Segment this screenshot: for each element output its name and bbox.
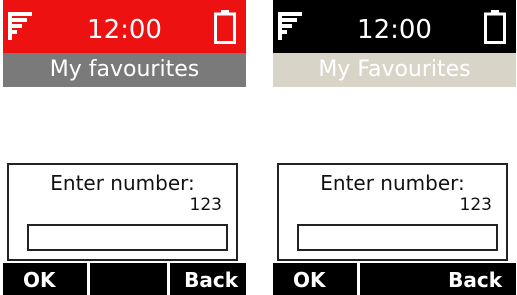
softkey-bar: OK Back (3, 263, 246, 295)
enter-number-dialog: Enter number: 123 (277, 163, 508, 261)
phone-screen-black: 12:00 My Favourites Enter number: 123 OK… (273, 0, 516, 295)
entered-number: 123 (189, 195, 222, 215)
ok-softkey[interactable]: OK (273, 263, 357, 295)
battery-icon (484, 10, 506, 44)
entered-number: 123 (459, 195, 492, 215)
enter-number-dialog: Enter number: 123 (7, 163, 238, 261)
status-bar: 12:00 (3, 0, 246, 53)
softkey-bar: OK Back (273, 263, 516, 295)
dialog-label: Enter number: (320, 171, 465, 195)
back-softkey[interactable]: Back (170, 263, 246, 295)
battery-icon (214, 10, 236, 44)
page-title: My favourites (3, 53, 246, 87)
content-area (3, 87, 246, 163)
ok-softkey[interactable]: OK (3, 263, 87, 295)
status-bar: 12:00 (273, 0, 516, 53)
clock-time: 12:00 (87, 15, 162, 45)
back-softkey[interactable]: Back (360, 263, 516, 295)
clock-time: 12:00 (357, 15, 432, 45)
number-input[interactable] (297, 224, 498, 251)
number-input[interactable] (27, 224, 228, 251)
phone-screen-red: 12:00 My favourites Enter number: 123 OK… (3, 0, 246, 295)
middle-softkey[interactable] (90, 263, 167, 295)
dialog-label: Enter number: (50, 171, 195, 195)
content-area (273, 87, 516, 163)
page-title: My Favourites (273, 53, 516, 87)
